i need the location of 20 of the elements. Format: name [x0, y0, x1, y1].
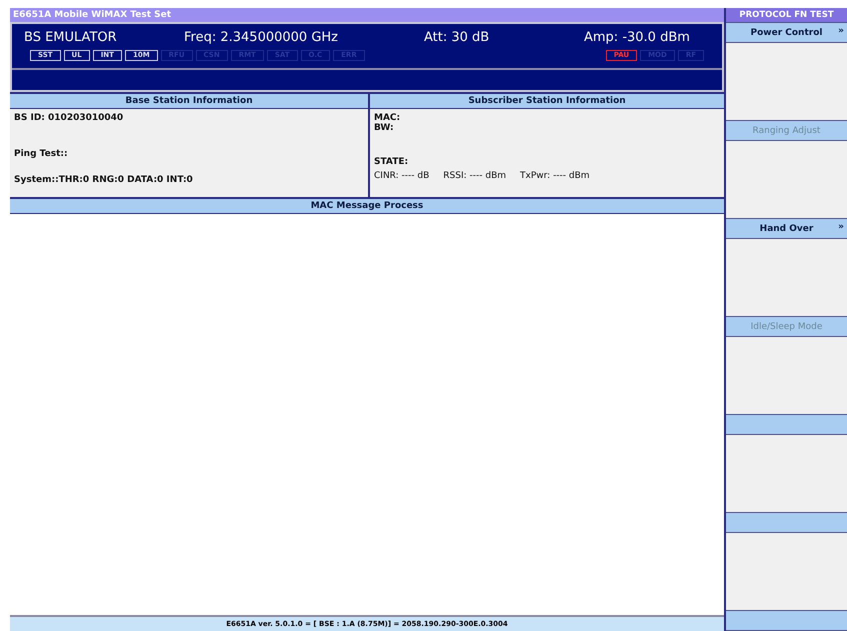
system-counters-text: System::THR:0 RNG:0 DATA:0 INT:0 — [14, 175, 194, 185]
amplitude-reading: Amp: -30.0 dBm — [584, 30, 690, 44]
mode-label: BS EMULATOR — [24, 30, 118, 44]
window-title: E6651A Mobile WiMAX Test Set — [13, 10, 172, 20]
attenuation-reading: Att: 30 dB — [424, 30, 490, 44]
panel-title: PROTOCOL FN TEST — [726, 8, 847, 22]
frequency-reading: Freq: 2.345000000 GHz — [184, 30, 340, 44]
mac-label: MAC: — [374, 113, 402, 123]
state-label: STATE: — [374, 157, 410, 167]
section-header: Subscriber Station Information — [370, 92, 724, 109]
txpwr-reading: TxPwr: ---- dBm — [520, 171, 590, 181]
menu-button[interactable]: Power Control » — [726, 22, 847, 43]
cinr-reading: CINR: ---- dB — [374, 171, 430, 181]
section-header: MAC Message Process — [10, 197, 724, 214]
bs-id-text: BS ID: 010203010040 — [14, 113, 124, 123]
ping-test-text: Ping Test:: — [14, 149, 69, 159]
bw-label: BW: — [374, 123, 395, 133]
section-header: Base Station Information — [10, 92, 368, 109]
rssi-reading: RSSI: ---- dBm — [443, 171, 506, 181]
menu-button[interactable]: Hand Over » — [726, 218, 847, 239]
